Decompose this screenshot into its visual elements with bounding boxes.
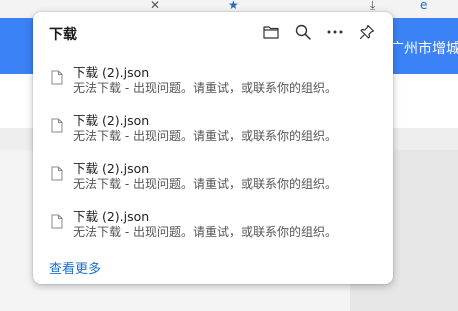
see-more-link[interactable]: 查看更多 (49, 258, 101, 277)
file-icon (51, 166, 63, 181)
download-item[interactable]: 下载 (2).json 无法下载 - 出现问题。请重试，或联系你的组织。 (41, 156, 385, 200)
more-icon (327, 30, 343, 34)
pin-panel-button[interactable] (357, 22, 377, 42)
download-item[interactable]: 下载 (2).json 无法下载 - 出现问题。请重试，或联系你的组织。 (41, 108, 385, 152)
region-label[interactable]: 广州市增城 (390, 38, 458, 58)
edge-icon[interactable]: e (420, 0, 436, 12)
download-status: 无法下载 - 出现问题。请重试，或联系你的组织。 (73, 177, 337, 191)
folder-icon (263, 26, 279, 39)
panel-title: 下载 (49, 27, 77, 43)
more-options-button[interactable] (325, 22, 345, 42)
download-status: 无法下载 - 出现问题。请重试，或联系你的组织。 (73, 225, 337, 239)
file-icon (51, 70, 63, 85)
search-icon (295, 24, 311, 40)
downloads-header: 下载 (33, 12, 393, 52)
download-status: 无法下载 - 出现问题。请重试，或联系你的组织。 (73, 81, 337, 95)
downloads-icon[interactable]: ⤓ (370, 0, 386, 12)
collections-icon[interactable]: ✕ (150, 0, 166, 12)
file-icon (51, 214, 63, 229)
download-item[interactable]: 下载 (2).json 无法下载 - 出现问题。请重试，或联系你的组织。 (41, 204, 385, 248)
file-icon (51, 118, 63, 133)
download-status: 无法下载 - 出现问题。请重试，或联系你的组织。 (73, 129, 337, 143)
open-folder-button[interactable] (261, 22, 281, 42)
search-downloads-button[interactable] (293, 22, 313, 42)
download-item[interactable]: 下载 (2).json 无法下载 - 出现问题。请重试，或联系你的组织。 (41, 60, 385, 104)
pin-icon (359, 24, 375, 40)
downloads-panel: 下载 下载 (2).json 无法下载 - 出现问题。请重试，或联系你的组织。 … (33, 12, 393, 284)
favorites-icon[interactable]: ★ (228, 0, 244, 12)
